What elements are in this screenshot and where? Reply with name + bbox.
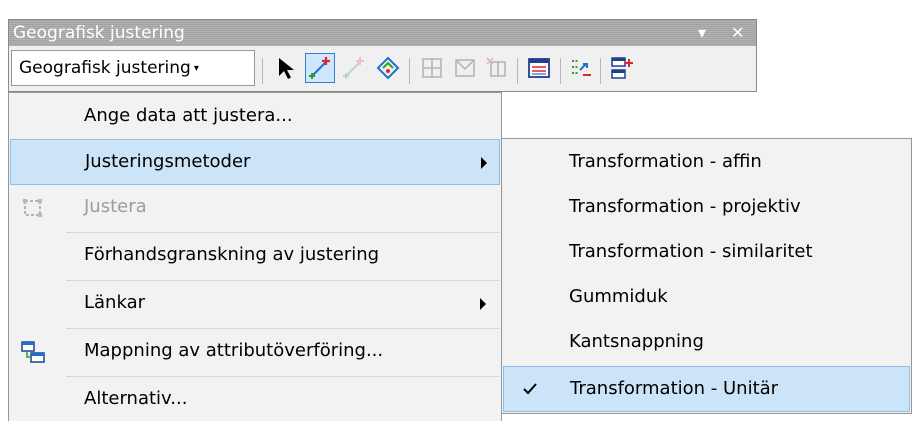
menu-item-links[interactable]: Länkar	[10, 281, 500, 327]
chevron-down-icon: ▾	[193, 63, 199, 74]
modify-link-icon[interactable]	[373, 53, 403, 83]
toolbar-separator	[517, 58, 518, 84]
toolbar-separator	[560, 58, 561, 84]
toolbar-separator	[262, 58, 263, 84]
submenu-item-edgematch[interactable]: Kantsnappning	[503, 320, 910, 366]
submenu-item-label: Transformation - projektiv	[569, 196, 801, 217]
add-attribute-link-icon[interactable]	[607, 53, 637, 83]
view-link-table-icon[interactable]	[524, 53, 554, 83]
menu-item-set-adjust-data[interactable]: Ange data att justera...	[10, 94, 500, 140]
menu-item-adjustment-methods[interactable]: Justeringsmetoder	[10, 139, 500, 185]
submenu-item-similarity[interactable]: Transformation - similaritet	[503, 230, 910, 276]
menu-item-label: Justeringsmetoder	[85, 151, 251, 172]
submenu-item-rubbersheet[interactable]: Gummiduk	[503, 275, 910, 321]
menu-item-label: Förhandsgranskning av justering	[84, 244, 380, 265]
georef-dropdown-menu: Ange data att justera... Justeringsmetod…	[8, 92, 502, 421]
menu-item-label: Alternativ...	[84, 388, 188, 409]
georef-toolbar-window: Geografisk justering ▾ ✕ Geografisk just…	[8, 19, 757, 92]
adjustment-methods-submenu: Transformation - affin Transformation - …	[501, 138, 912, 414]
toolbar-titlebar[interactable]: Geografisk justering ▾ ✕	[9, 20, 756, 46]
toolbar-separator	[409, 58, 410, 84]
submenu-item-label: Transformation - Unitär	[570, 378, 779, 399]
select-pointer-icon[interactable]	[271, 53, 301, 83]
menu-item-options[interactable]: Alternativ...	[10, 377, 500, 423]
submenu-arrow-icon	[480, 298, 486, 310]
attribute-transfer-icon[interactable]	[566, 53, 596, 83]
menu-item-attribute-transfer-mapping[interactable]: Mappning av attributöverföring...	[10, 329, 500, 375]
menu-item-label: Länkar	[84, 292, 146, 313]
menu-item-label: Mappning av attributöverföring...	[84, 340, 384, 361]
menu-item-adjust[interactable]: Justera	[10, 185, 500, 231]
toolbar-menu-arrow-icon[interactable]: ▾	[698, 20, 706, 46]
menu-item-preview-adjustment[interactable]: Förhandsgranskning av justering	[10, 233, 500, 279]
close-icon[interactable]: ✕	[731, 20, 744, 46]
menu-item-label: Justera	[84, 196, 147, 217]
submenu-item-affine[interactable]: Transformation - affin	[503, 140, 910, 186]
toolbar-row: Geografisk justering ▾	[9, 47, 756, 91]
menu-item-label: Ange data att justera...	[84, 105, 293, 126]
submenu-item-projective[interactable]: Transformation - projektiv	[503, 185, 910, 231]
toolbar-title: Geografisk justering	[13, 23, 185, 43]
georef-dropdown-button[interactable]: Geografisk justering ▾	[11, 50, 255, 86]
attribute-mapping-icon	[21, 341, 45, 363]
submenu-item-unitary[interactable]: Transformation - Unitär	[503, 366, 910, 412]
submenu-item-label: Gummiduk	[569, 286, 668, 307]
submenu-item-label: Transformation - similaritet	[569, 241, 813, 262]
identity-link-icon[interactable]	[450, 53, 480, 83]
multi-displacement-icon[interactable]	[417, 53, 447, 83]
submenu-arrow-icon	[481, 157, 487, 169]
georef-dropdown-label: Geografisk justering	[19, 58, 191, 78]
adjust-icon	[23, 199, 42, 217]
checkmark-icon	[523, 383, 537, 395]
toolbar-separator	[600, 58, 601, 84]
auto-link-icon[interactable]	[339, 53, 369, 83]
submenu-item-label: Kantsnappning	[569, 331, 704, 352]
submenu-item-label: Transformation - affin	[569, 151, 762, 172]
limited-adjust-area-icon[interactable]	[482, 53, 512, 83]
add-control-points-icon[interactable]	[305, 53, 335, 83]
